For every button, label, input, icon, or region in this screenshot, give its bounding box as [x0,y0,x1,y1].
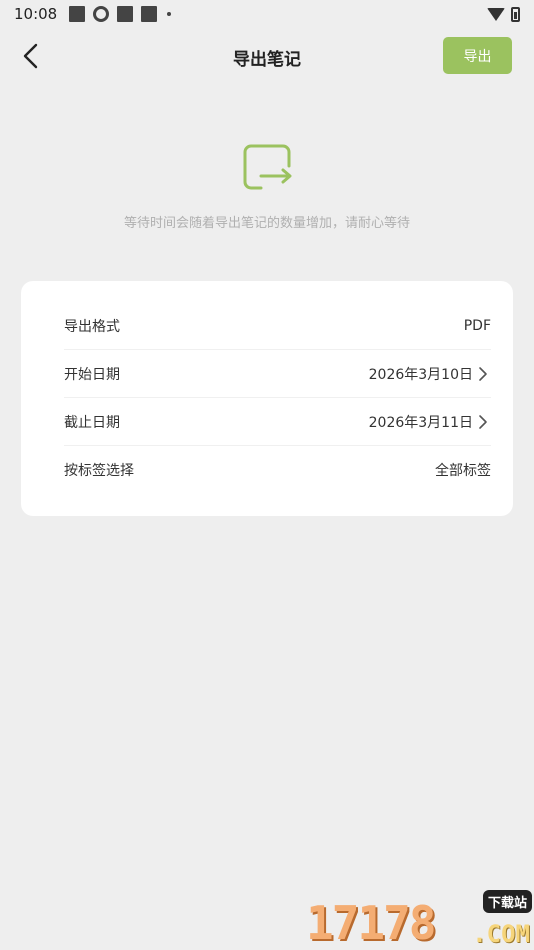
row-value: 2026年3月10日 [368,366,473,383]
sync-icon [93,6,110,22]
export-file-icon [243,144,292,190]
row-label: 开始日期 [64,366,120,383]
more-notifications-icon [167,12,172,16]
wait-hint: 等待时间会随着导出笔记的数量增加，请耐心等待 [123,216,410,231]
row-value-wrap: 2026年3月10日 [369,364,491,384]
row-export-format[interactable]: 导出格式 PDF [64,302,491,350]
wifi-icon [487,7,505,21]
export-settings-card: 导出格式 PDF 开始日期 2026年3月10日 截止日期 2026年3月11日… [21,281,513,516]
row-end-date[interactable]: 截止日期 2026年3月11日 [64,398,491,446]
row-value-wrap: PDF [464,318,491,334]
battery-icon [511,6,520,22]
export-button[interactable]: 导出 [443,37,512,74]
status-right [487,6,520,22]
row-start-date[interactable]: 开始日期 2026年3月10日 [64,350,491,398]
row-value: PDF [463,317,491,334]
status-time: 10:08 [14,5,58,23]
watermark-number: 17178 [306,896,436,950]
site-watermark: 17178 下载站 .COM [306,886,532,950]
row-value: 2026年3月11日 [368,414,473,431]
notification-icon [117,6,134,22]
row-label: 截止日期 [64,414,120,431]
row-value-wrap: 2026年3月11日 [369,412,491,432]
row-tag-select[interactable]: 按标签选择 全部标签 [64,446,491,494]
chevron-right-icon [479,414,487,429]
row-label: 按标签选择 [64,463,134,479]
watermark-badge: 下载站 [482,890,532,913]
notification-icon [141,6,158,22]
row-value: 全部标签 [435,463,491,479]
chevron-right-icon [479,366,487,381]
row-label: 导出格式 [64,318,120,335]
row-value-wrap: 全部标签 [435,460,491,480]
notification-icon [69,6,86,22]
status-bar: 10:08 [0,0,534,28]
app-header: 导出笔记 导出 [0,30,534,86]
watermark-domain: .COM [472,920,530,948]
